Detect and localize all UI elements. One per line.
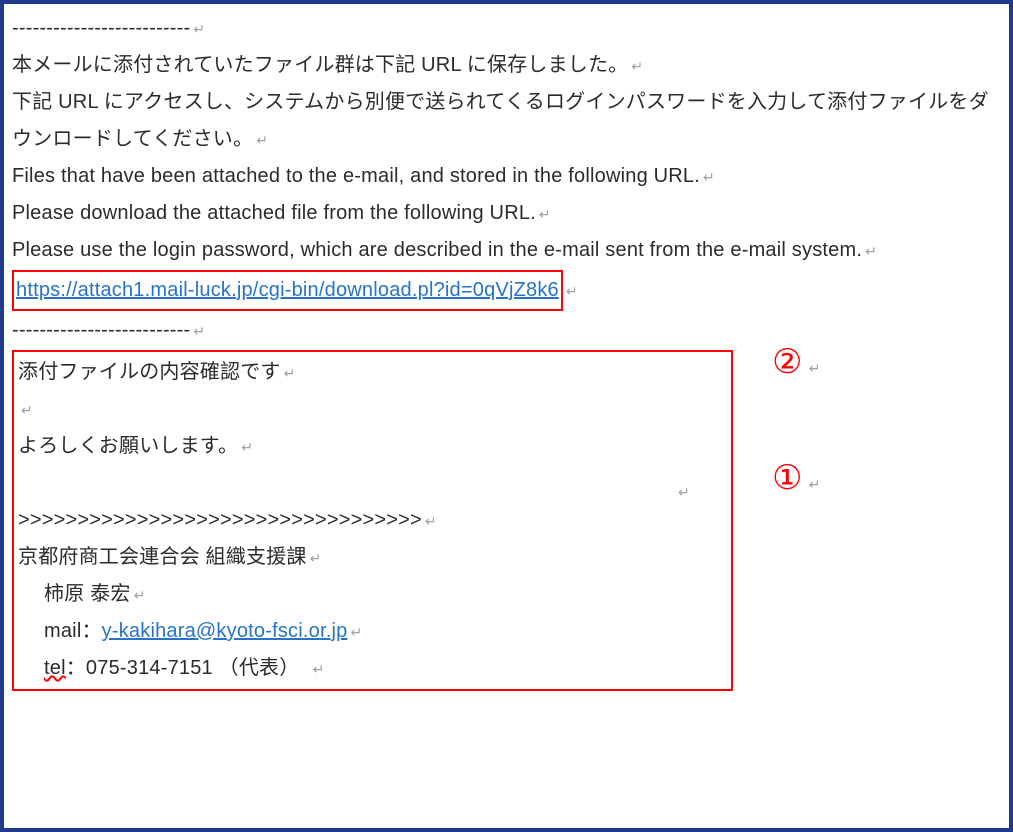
signature-tel-value: ：075-314-7151 （代表） — [66, 657, 310, 679]
body-highlight-box: 添付ファイルの内容確認です↵ ↵ よろしくお願いします。↵ ↵ >>>>>>>>… — [12, 350, 733, 691]
download-link-row: https://attach1.mail-luck.jp/cgi-bin/dow… — [12, 269, 1001, 312]
signature-tel: tel：075-314-7151 （代表） ↵ — [18, 650, 727, 687]
separator-top: --------------------------↵ — [12, 10, 1001, 47]
en-line-2: Please download the attached file from t… — [12, 195, 1001, 232]
email-container: --------------------------↵ 本メールに添付されていた… — [0, 0, 1013, 832]
enter-mark-icon: ↵ — [865, 243, 877, 259]
enter-mark-icon: ↵ — [539, 206, 551, 222]
separator-bottom: --------------------------↵ — [12, 312, 1001, 349]
enter-mark-icon: ↵ — [350, 624, 362, 640]
body-line-2-text: よろしくお願いします。 — [18, 435, 238, 457]
download-link-highlight-box: https://attach1.mail-luck.jp/cgi-bin/dow… — [12, 270, 563, 311]
jp-line-1: 本メールに添付されていたファイル群は下記 URL に保存しました。↵ — [12, 47, 1001, 84]
empty-line-2 — [18, 465, 727, 502]
enter-mark-icon: ↵ — [310, 550, 322, 566]
enter-mark-icon: ↵ — [678, 480, 690, 506]
en-line-2-text: Please download the attached file from t… — [12, 202, 536, 224]
enter-mark-icon: ↵ — [193, 21, 205, 37]
enter-mark-icon: ↵ — [809, 476, 821, 492]
jp-line-2: 下記 URL にアクセスし、システムから別便で送られてくるログインパスワードを入… — [12, 84, 1001, 158]
enter-mark-icon: ↵ — [313, 661, 325, 677]
empty-line-1: ↵ — [18, 391, 727, 428]
body-line-2: よろしくお願いします。↵ — [18, 428, 727, 465]
signature-mail: mail：y-kakihara@kyoto-fsci.or.jp↵ — [18, 613, 727, 650]
annotation-circle-1-text: ① — [772, 459, 803, 497]
en-line-1: Files that have been attached to the e-m… — [12, 158, 1001, 195]
enter-mark-icon: ↵ — [241, 439, 253, 455]
enter-mark-icon: ↵ — [134, 587, 146, 603]
annotation-circle-2: ②↵ — [772, 331, 821, 394]
separator-bottom-text: -------------------------- — [12, 319, 190, 341]
en-line-3: Please use the login password, which are… — [12, 232, 1001, 269]
en-line-1-text: Files that have been attached to the e-m… — [12, 165, 700, 187]
signature-tel-label: tel — [44, 657, 66, 679]
enter-mark-icon: ↵ — [425, 513, 437, 529]
enter-mark-icon: ↵ — [284, 365, 296, 381]
enter-mark-icon: ↵ — [631, 58, 643, 74]
enter-mark-icon: ↵ — [566, 283, 578, 299]
enter-mark-icon: ↵ — [703, 169, 715, 185]
enter-mark-icon: ↵ — [193, 323, 205, 339]
body-line-1-text: 添付ファイルの内容確認です — [18, 361, 281, 383]
signature-mail-label: mail： — [44, 620, 102, 642]
signature-mail-link[interactable]: y-kakihara@kyoto-fsci.or.jp — [102, 620, 348, 642]
enter-mark-icon: ↵ — [21, 402, 33, 418]
annotation-circle-2-text: ② — [772, 343, 803, 381]
annotation-circle-1: ①↵ — [772, 447, 821, 510]
separator-top-text: -------------------------- — [12, 17, 190, 39]
body-line-1: 添付ファイルの内容確認です↵ — [18, 354, 727, 391]
enter-mark-icon: ↵ — [256, 132, 268, 148]
signature-org-text: 京都府商工会連合会 組織支援課 — [18, 546, 307, 568]
chevrons-line: >>>>>>>>>>>>>>>>>>>>>>>>>>>>>>>>>>↵ — [18, 502, 727, 539]
jp-line-2-text: 下記 URL にアクセスし、システムから別便で送られてくるログインパスワードを入… — [12, 91, 989, 150]
jp-line-1-text: 本メールに添付されていたファイル群は下記 URL に保存しました。 — [12, 54, 628, 76]
signature-name-text: 柿原 泰宏 — [44, 583, 131, 605]
en-line-3-text: Please use the login password, which are… — [12, 239, 862, 261]
chevrons-text: >>>>>>>>>>>>>>>>>>>>>>>>>>>>>>>>>> — [18, 509, 422, 531]
enter-mark-icon: ↵ — [809, 360, 821, 376]
signature-name: 柿原 泰宏↵ — [18, 576, 727, 613]
download-link[interactable]: https://attach1.mail-luck.jp/cgi-bin/dow… — [16, 279, 559, 301]
signature-org: 京都府商工会連合会 組織支援課↵ — [18, 539, 727, 576]
